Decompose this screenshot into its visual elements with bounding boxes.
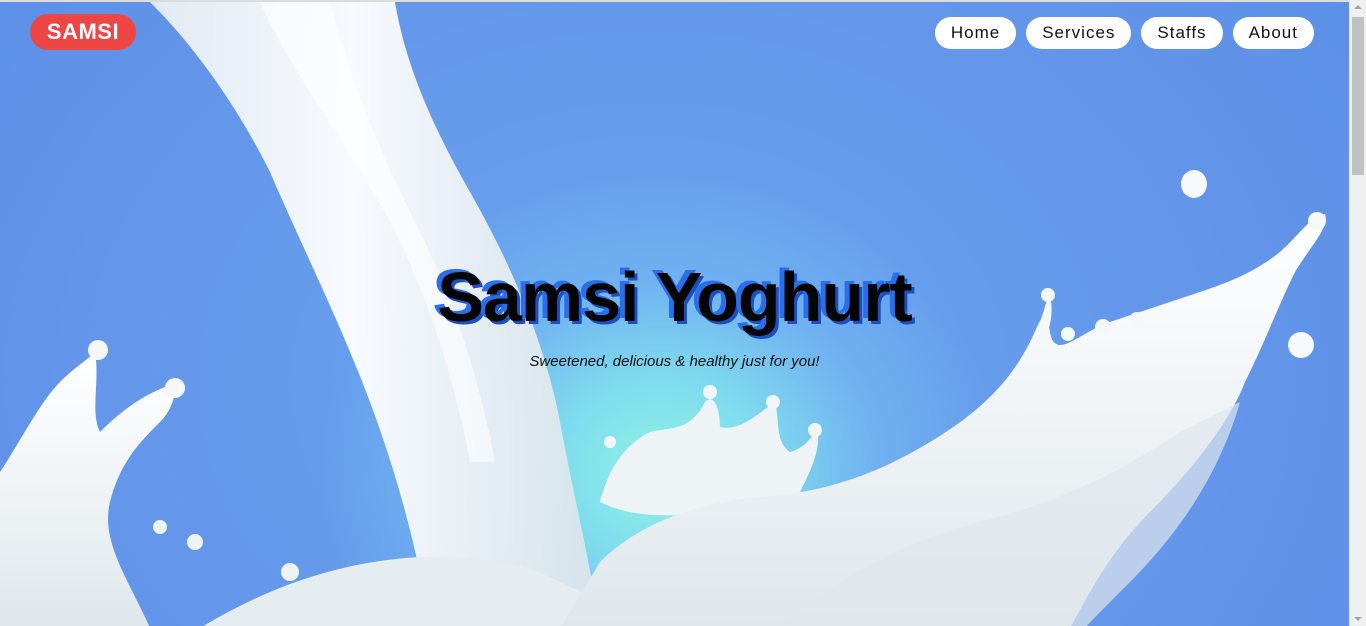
chevron-up-icon[interactable] [1354, 5, 1362, 9]
nav-about-button[interactable]: About [1232, 17, 1314, 49]
nav-home-button[interactable]: Home [934, 17, 1017, 49]
scrollbar-thumb[interactable] [1352, 17, 1364, 175]
brand-logo[interactable]: SAMSI [30, 14, 136, 50]
chevron-down-icon[interactable] [1354, 617, 1362, 621]
nav-services-button[interactable]: Services [1026, 17, 1132, 49]
hero-title: Samsi Yoghurt [437, 258, 913, 336]
page-scrollbar[interactable] [1349, 0, 1366, 626]
page-viewport: SAMSI Home Services Staffs About Samsi Y… [0, 0, 1349, 626]
nav-staffs-button[interactable]: Staffs [1141, 17, 1223, 49]
hero-subtitle: Sweetened, delicious & healthy just for … [529, 353, 820, 370]
hero-background: SAMSI Home Services Staffs About Samsi Y… [0, 2, 1349, 626]
main-navigation: Home Services Staffs About [934, 17, 1314, 49]
